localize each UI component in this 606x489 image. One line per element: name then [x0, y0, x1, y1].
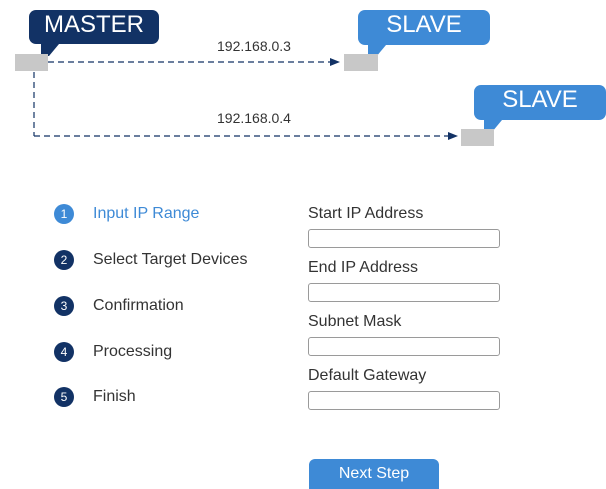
step-number-badge: 1	[54, 204, 74, 224]
default-gateway-input[interactable]	[308, 391, 500, 410]
step-select-target-devices[interactable]: 2 Select Target Devices	[54, 250, 247, 270]
slave-1-device-icon	[344, 54, 378, 71]
end-ip-input[interactable]	[308, 283, 500, 302]
step-number-badge: 3	[54, 296, 74, 316]
step-label: Finish	[93, 388, 136, 405]
master-label: MASTER	[43, 11, 144, 38]
step-number-badge: 4	[54, 342, 74, 362]
end-ip-label: End IP Address	[308, 259, 418, 276]
subnet-mask-field: Subnet Mask	[308, 312, 500, 356]
arrow-right-icon	[330, 58, 340, 66]
next-step-button[interactable]: Next Step	[309, 459, 439, 489]
subnet-mask-input[interactable]	[308, 337, 500, 356]
step-number-badge: 2	[54, 250, 74, 270]
step-input-ip-range[interactable]: 1 Input IP Range	[54, 204, 199, 224]
step-finish[interactable]: 5 Finish	[54, 387, 136, 407]
ip-label-slave-1: 192.168.0.3	[217, 38, 291, 54]
slave-1-label: SLAVE	[386, 11, 462, 38]
master-bubble: MASTER	[29, 10, 159, 56]
step-label: Confirmation	[93, 297, 184, 314]
slave-2-label: SLAVE	[502, 86, 578, 113]
subnet-mask-label: Subnet Mask	[308, 313, 402, 330]
slave-1-bubble: SLAVE	[358, 10, 490, 57]
slave-2-bubble: SLAVE	[474, 85, 606, 132]
step-number-badge: 5	[54, 387, 74, 407]
default-gateway-field: Default Gateway	[308, 366, 500, 410]
default-gateway-label: Default Gateway	[308, 367, 427, 384]
master-device-icon	[15, 54, 48, 71]
step-confirmation[interactable]: 3 Confirmation	[54, 296, 184, 316]
step-label: Processing	[93, 343, 173, 360]
arrow-right-icon	[448, 132, 458, 140]
step-label: Input IP Range	[93, 205, 200, 222]
slave-2-device-icon	[461, 129, 494, 146]
start-ip-label: Start IP Address	[308, 205, 424, 222]
step-label: Select Target Devices	[93, 251, 248, 268]
ip-label-slave-2: 192.168.0.4	[217, 110, 291, 126]
step-processing[interactable]: 4 Processing	[54, 342, 172, 362]
start-ip-input[interactable]	[308, 229, 500, 248]
start-ip-field: Start IP Address	[308, 204, 500, 248]
end-ip-field: End IP Address	[308, 258, 500, 302]
network-diagram: MASTER SLAVE SLAVE 192.168.0.3 192.168.0…	[0, 0, 606, 160]
